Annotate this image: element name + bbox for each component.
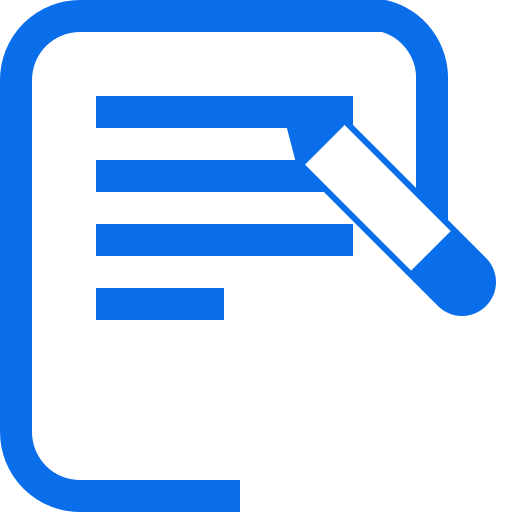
pencil-icon: [279, 99, 496, 316]
text-line-4: [96, 288, 224, 320]
edit-document-icon: [0, 0, 512, 512]
text-line-3: [96, 224, 353, 256]
icon-svg: [0, 0, 496, 512]
